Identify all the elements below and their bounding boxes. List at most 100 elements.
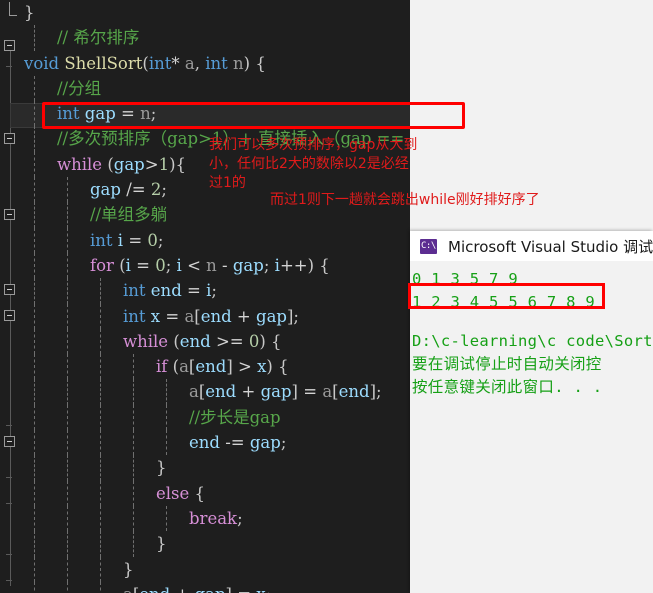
console-footer-line: 按任意键关闭此窗口. . . (412, 378, 603, 396)
code-line[interactable]: break; (22, 505, 410, 532)
indent-guide (166, 505, 167, 532)
code-token-var: gap (90, 180, 121, 200)
indent-guide (166, 379, 167, 405)
code-line[interactable]: else { (22, 480, 410, 506)
indent-guide (100, 278, 101, 304)
indent-guide (133, 379, 134, 405)
code-token-kw: void (24, 53, 60, 73)
indent-guide (67, 177, 68, 203)
fold-tick (6, 425, 12, 426)
code-token-var: end (139, 585, 170, 593)
code-token-op: -= (219, 433, 250, 453)
fold-toggle-icon[interactable] (4, 209, 15, 220)
code-token-param: n (206, 255, 217, 275)
code-line[interactable]: void ShellSort(int* a, int n) { (22, 51, 410, 76)
code-token-punc: , (194, 53, 206, 73)
code-token-num: 1 (158, 154, 170, 174)
indent-guide (133, 455, 134, 481)
fold-toggle-icon[interactable] (4, 284, 15, 295)
code-token-var: end (179, 331, 211, 351)
indent-guide (67, 430, 68, 456)
code-token-var: gap (249, 433, 281, 453)
code-editor[interactable]: }// 希尔排序 void ShellSort(int* a, int n) {/… (0, 0, 410, 593)
indent-guide (100, 505, 101, 532)
indent-guide (67, 354, 68, 380)
code-token-var: x (257, 357, 267, 377)
code-line[interactable]: int i = 0; (22, 227, 410, 253)
indent-guide (100, 354, 101, 380)
code-token-punc: ; (263, 255, 275, 275)
indent-guide (34, 480, 35, 506)
code-token-var: x (150, 306, 161, 326)
indent-guide (67, 455, 68, 481)
code-token-num: 0 (147, 230, 158, 250)
fold-tick (6, 66, 12, 67)
indent-guide (67, 404, 68, 431)
code-line[interactable]: int x = a[end + gap]; (22, 303, 410, 329)
code-token-param: a (184, 53, 195, 73)
indent-guide (100, 430, 101, 456)
code-token-ctrl: else (156, 483, 190, 503)
code-token-kw: int (148, 53, 172, 73)
code-line[interactable]: } (22, 556, 410, 582)
code-token-var: gap (113, 154, 145, 174)
indent-guide (133, 480, 134, 506)
code-token-num: 0 (248, 331, 260, 351)
indent-guide (100, 531, 101, 557)
fold-tick (6, 580, 12, 581)
indent-guide (34, 531, 35, 557)
code-token-punc: } (123, 559, 134, 579)
code-token-ctrl: for (90, 255, 114, 275)
indent-guide (34, 505, 35, 532)
fold-end-bracket-icon (9, 2, 17, 16)
code-token-punc: ]; (286, 306, 299, 326)
code-token-op: ++ (279, 255, 308, 275)
code-token-var: end (338, 382, 370, 402)
console-window-icon (420, 238, 437, 254)
console-title-bar[interactable]: Microsoft Visual Studio 调试控 (410, 231, 653, 261)
code-line[interactable]: end -= gap; (22, 430, 410, 456)
code-token-ctrl: while (123, 331, 169, 351)
indent-guide (34, 430, 35, 456)
code-token-fn: ShellSort (64, 53, 143, 73)
code-line[interactable]: } (22, 531, 410, 557)
annotation-red-box-console (408, 283, 605, 309)
fold-toggle-icon[interactable] (4, 310, 15, 321)
fold-toggle-icon[interactable] (4, 40, 15, 51)
indent-guide (67, 278, 68, 304)
code-token-punc: } (24, 3, 35, 22)
code-line[interactable]: while (end >= 0) { (22, 328, 410, 355)
code-token-op: - (216, 255, 233, 275)
code-token-punc: ]; (369, 382, 382, 402)
code-line[interactable]: int end = i; (22, 278, 410, 304)
code-token-var: gap (232, 255, 264, 275)
code-token-op: * (171, 53, 185, 73)
code-token-kw: int (123, 281, 146, 301)
indent-guide (67, 202, 68, 228)
code-token-var: gap (260, 382, 292, 402)
code-token-op: + (170, 585, 194, 593)
code-text-area[interactable]: }// 希尔排序 void ShellSort(int* a, int n) {/… (22, 0, 410, 593)
editor-gutter[interactable] (0, 0, 22, 593)
code-line[interactable]: } (22, 0, 410, 25)
code-token-ctrl: while (57, 154, 103, 174)
code-line[interactable]: for (i = 0; i < n - gap; i++) { (22, 252, 410, 279)
annotation-note-2: 而过1则下一趟就会跳出while刚好排好序了 (270, 192, 540, 208)
fold-toggle-icon[interactable] (4, 436, 15, 447)
fold-toggle-icon[interactable] (4, 133, 15, 144)
code-token-var: end (150, 281, 182, 301)
code-line[interactable]: a[end + gap] = x; (22, 581, 410, 593)
code-token-cmt: //步长是gap (189, 407, 281, 427)
code-line[interactable]: //步长是gap (22, 404, 410, 431)
code-line[interactable]: if (a[end] > x) { (22, 354, 410, 380)
code-token-var: end (200, 306, 232, 326)
code-token-op: > (232, 357, 258, 377)
code-token-punc: } (156, 534, 167, 554)
code-line[interactable]: } (22, 455, 410, 481)
code-token-punc: { (189, 483, 206, 503)
code-line[interactable]: // 希尔排序 (22, 25, 410, 51)
code-line[interactable]: a[end + gap] = a[end]; (22, 379, 410, 405)
indent-guide (34, 328, 35, 355)
indent-guide (67, 556, 68, 582)
code-line[interactable]: //分组 (22, 75, 410, 102)
